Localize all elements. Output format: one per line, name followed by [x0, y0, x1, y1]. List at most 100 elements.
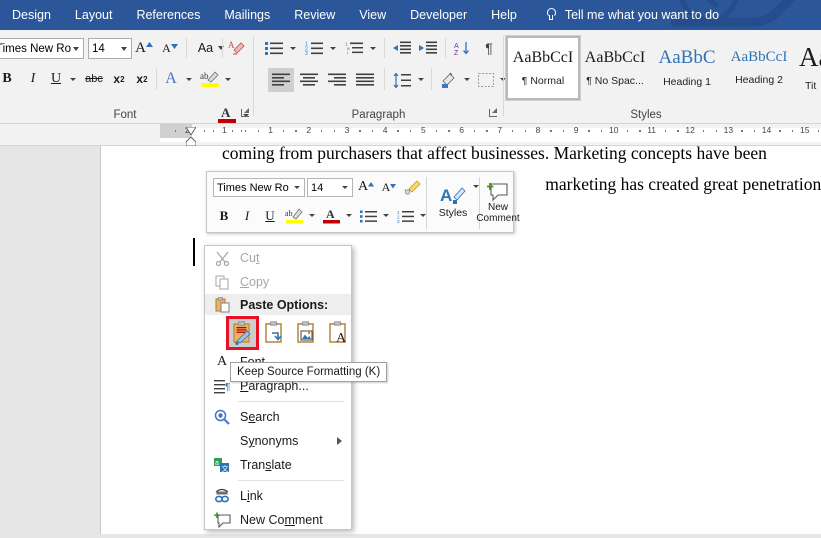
- align-center-button[interactable]: [296, 68, 322, 92]
- bold-button[interactable]: B: [0, 68, 18, 90]
- mini-numbering-button[interactable]: 1 2 3: [394, 205, 416, 227]
- align-right-button[interactable]: [324, 68, 350, 92]
- show-marks-button[interactable]: ¶: [478, 37, 500, 59]
- context-menu-item-synonyms[interactable]: Synonyms: [205, 429, 351, 453]
- mini-styles-button[interactable]: A Styles: [431, 174, 475, 230]
- font-name-box[interactable]: Times New Ro: [0, 38, 84, 59]
- sort-az-icon: A Z: [454, 41, 469, 56]
- underline-button[interactable]: U: [46, 68, 66, 90]
- up-arrow-icon: [368, 181, 375, 186]
- svg-text:A: A: [228, 40, 235, 50]
- style-title[interactable]: Aa Tit: [794, 36, 821, 100]
- highlight-color-button[interactable]: ab: [198, 66, 222, 90]
- decrease-indent-button[interactable]: [390, 37, 414, 59]
- word-window: Design Layout References Mailings Review…: [0, 0, 821, 538]
- tab-view[interactable]: View: [347, 0, 398, 30]
- sort-button[interactable]: A Z: [450, 37, 474, 59]
- mini-bullets-button[interactable]: [357, 205, 379, 227]
- text-effects-dropdown[interactable]: [183, 72, 195, 86]
- strikethrough-button[interactable]: abc: [82, 68, 106, 90]
- subscript-button[interactable]: x2: [108, 68, 130, 90]
- shading-dropdown[interactable]: [461, 72, 473, 86]
- mini-bullets-dropdown[interactable]: [380, 209, 391, 222]
- mini-grow-font-button[interactable]: A: [355, 176, 377, 198]
- tab-help[interactable]: Help: [479, 0, 529, 30]
- text-effects-button[interactable]: A: [160, 68, 182, 90]
- tell-me-box[interactable]: Tell me what you want to do: [545, 7, 719, 23]
- tab-review[interactable]: Review: [282, 0, 347, 30]
- justify-button[interactable]: [352, 68, 378, 92]
- borders-button[interactable]: [475, 68, 497, 92]
- chevron-down-icon: [418, 77, 424, 81]
- tab-references[interactable]: References: [124, 0, 212, 30]
- tab-design[interactable]: Design: [0, 0, 63, 30]
- mini-italic-button[interactable]: I: [236, 205, 258, 227]
- clear-formatting-button[interactable]: A: [226, 37, 248, 59]
- bullets-dropdown[interactable]: [287, 41, 299, 55]
- mini-font-color-button[interactable]: A: [320, 203, 342, 227]
- paste-keep-source-formatting-button[interactable]: [226, 315, 259, 350]
- style-heading-1[interactable]: AaBbC Heading 1: [650, 36, 724, 100]
- mini-new-comment-button[interactable]: New Comment: [476, 174, 520, 232]
- line-spacing-dropdown[interactable]: [415, 72, 427, 86]
- paste-picture-icon: [297, 320, 314, 343]
- style-no-spacing[interactable]: AaBbCcI ¶ No Spac...: [578, 36, 652, 100]
- change-case-button[interactable]: Aa: [192, 38, 230, 58]
- submenu-arrow-icon: [337, 437, 342, 445]
- highlight-dropdown[interactable]: [222, 72, 234, 86]
- superscript-label: x: [136, 72, 144, 86]
- paste-keep-text-only-button[interactable]: A: [324, 319, 351, 347]
- increase-indent-button[interactable]: [416, 37, 440, 59]
- shrink-font-button[interactable]: A: [159, 37, 181, 59]
- tab-mailings[interactable]: Mailings: [212, 0, 282, 30]
- mini-numbering-dropdown[interactable]: [417, 209, 428, 222]
- line-spacing-button[interactable]: [390, 68, 414, 92]
- numbered-list-icon: 1 2 3: [397, 210, 414, 223]
- font-dialog-launcher[interactable]: [240, 108, 251, 119]
- paragraph-dialog-launcher[interactable]: [488, 108, 499, 119]
- context-menu-item-new-comment[interactable]: New Comment: [205, 508, 351, 532]
- bullets-button[interactable]: [262, 37, 286, 59]
- tab-layout[interactable]: Layout: [63, 0, 125, 30]
- first-line-indent-marker[interactable]: [186, 127, 196, 135]
- context-menu-item-translate[interactable]: a 文 Translate: [205, 453, 351, 477]
- context-menu-item-search[interactable]: Search: [205, 405, 351, 429]
- mini-shrink-font-button[interactable]: A: [378, 176, 400, 198]
- ruler-minor-tick: [448, 130, 450, 132]
- mini-font-size-box[interactable]: 14: [307, 178, 353, 197]
- ruler-tick: 15: [800, 125, 810, 135]
- superscript-sup: 2: [143, 74, 148, 84]
- multilevel-dropdown[interactable]: [367, 41, 379, 55]
- mini-bold-button[interactable]: B: [213, 205, 235, 227]
- paste-picture-button[interactable]: [293, 319, 320, 347]
- mini-format-painter-button[interactable]: [401, 176, 423, 198]
- shading-button[interactable]: [436, 68, 460, 92]
- underline-dropdown[interactable]: [67, 72, 79, 86]
- multilevel-list-button[interactable]: 1 a i: [342, 37, 366, 59]
- numbering-dropdown[interactable]: [327, 41, 339, 55]
- chevron-down-icon: [308, 214, 315, 217]
- align-left-button[interactable]: [268, 68, 294, 92]
- italic-button[interactable]: I: [22, 68, 44, 90]
- context-menu-label: Synonyms: [240, 434, 299, 448]
- chevron-down-icon: [294, 186, 300, 189]
- mini-underline-button[interactable]: U: [259, 205, 281, 227]
- clear-formatting-icon: A: [228, 40, 245, 55]
- context-menu-item-link[interactable]: Link: [205, 484, 351, 508]
- font-a-icon: A: [216, 354, 228, 369]
- font-size-box[interactable]: 14: [88, 38, 132, 59]
- superscript-button[interactable]: x2: [131, 68, 153, 90]
- tab-developer[interactable]: Developer: [398, 0, 479, 30]
- numbering-button[interactable]: 1 2 3: [302, 37, 326, 59]
- down-arrow-icon: [170, 43, 178, 49]
- mini-highlight-dropdown[interactable]: [306, 209, 317, 222]
- style-heading-2[interactable]: AaBbCcI Heading 2: [722, 36, 796, 100]
- paste-merge-formatting-button[interactable]: [261, 319, 288, 347]
- mini-font-color-dropdown[interactable]: [343, 209, 354, 222]
- mini-toolbar: Times New Ro 14 A A A Styles New Comment…: [206, 171, 520, 233]
- style-normal[interactable]: AaBbCcI ¶ Normal: [505, 35, 581, 101]
- mini-font-name-box[interactable]: Times New Ro: [213, 178, 305, 197]
- left-indent-marker[interactable]: [186, 137, 196, 146]
- grow-font-button[interactable]: A: [133, 37, 155, 59]
- mini-highlight-button[interactable]: ab: [283, 203, 305, 227]
